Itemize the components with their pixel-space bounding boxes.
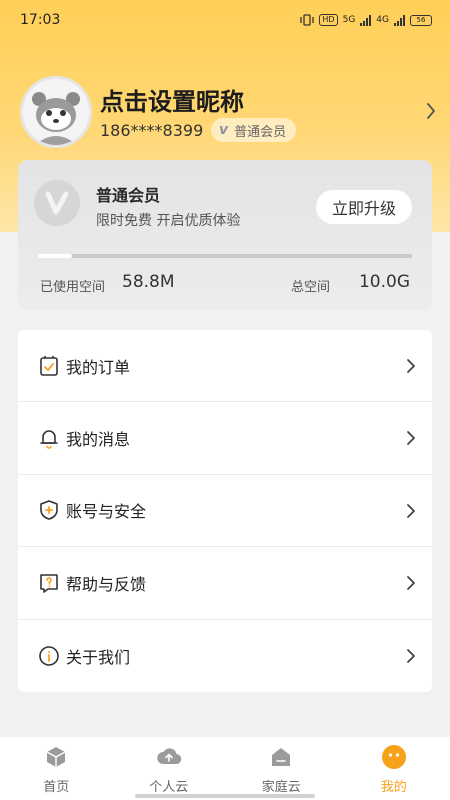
- upgrade-button[interactable]: 立即升级: [316, 190, 412, 224]
- home-indicator: [135, 794, 315, 798]
- info-icon: [38, 645, 60, 667]
- bell-icon: [38, 427, 60, 449]
- vip-title: 普通会员: [96, 186, 161, 205]
- vip-subtitle: 限时免费 开启优质体验: [96, 213, 241, 229]
- status-icons: HD 5G 4G 56: [300, 14, 432, 26]
- chevron-right-icon: [407, 576, 415, 591]
- chevron-right-icon: [407, 648, 415, 663]
- storage-progress-fill: [38, 254, 72, 258]
- bottom-tab-bar: 首页 个人云 家庭云 我的: [0, 737, 450, 800]
- cloud-upload-icon: [156, 744, 182, 770]
- signal-icon: [360, 14, 372, 26]
- member-badge-label: 普通会员: [234, 124, 287, 140]
- tab-label: 家庭云: [261, 780, 301, 795]
- signal-icon-2: [394, 14, 405, 26]
- help-icon: [38, 572, 60, 594]
- tab-label: 首页: [43, 780, 70, 795]
- chevron-right-icon: [407, 359, 415, 373]
- menu-item-label: 我的消息: [66, 430, 131, 450]
- menu-list: 我的订单 我的消息 账号与安全 帮助与反馈 关于我们: [18, 330, 432, 692]
- tab-home[interactable]: 首页: [11, 744, 101, 795]
- member-badge: v 普通会员: [211, 118, 297, 142]
- menu-item-account-security[interactable]: 账号与安全: [18, 475, 432, 548]
- vip-card: 普通会员 限时免费 开启优质体验 立即升级 已使用空间 58.8M 总空间 10…: [18, 160, 432, 310]
- status-time: 17:03: [20, 12, 61, 28]
- profile-header[interactable]: 点击设置昵称 186****8399 v 普通会员: [20, 76, 440, 156]
- network-5g: 5G: [342, 15, 356, 25]
- house-icon: [268, 744, 294, 770]
- menu-item-about[interactable]: 关于我们: [18, 620, 432, 692]
- tab-personal-cloud[interactable]: 个人云: [124, 744, 214, 795]
- home-cube-icon: [43, 744, 69, 770]
- tab-label: 个人云: [149, 780, 189, 795]
- menu-item-orders[interactable]: 我的订单: [18, 330, 432, 403]
- battery-icon: 56: [410, 14, 432, 26]
- network-4g: 4G: [376, 15, 389, 25]
- menu-item-label: 账号与安全: [66, 502, 147, 522]
- used-space-value: 58.8M: [122, 272, 175, 292]
- storage-info: 已使用空间 58.8M 总空间 10.0G: [40, 272, 410, 296]
- menu-item-label: 我的订单: [66, 357, 131, 377]
- vibrate-icon: [300, 14, 315, 26]
- tab-family-cloud[interactable]: 家庭云: [236, 744, 326, 795]
- panda-avatar-icon: [23, 79, 89, 145]
- chevron-right-icon[interactable]: [426, 102, 436, 120]
- menu-item-help-feedback[interactable]: 帮助与反馈: [18, 547, 432, 620]
- tab-label: 我的: [380, 780, 407, 795]
- menu-item-label: 关于我们: [66, 647, 131, 667]
- total-space-value: 10.0G: [358, 272, 410, 292]
- menu-item-label: 帮助与反馈: [66, 574, 147, 594]
- avatar[interactable]: [20, 76, 92, 148]
- chevron-right-icon: [407, 503, 415, 518]
- menu-item-messages[interactable]: 我的消息: [18, 402, 432, 475]
- order-icon: [38, 355, 60, 377]
- total-space-label: 总空间: [290, 280, 330, 295]
- hd-icon: HD: [319, 14, 338, 26]
- status-bar: 17:03 HD 5G 4G 56: [0, 0, 450, 40]
- storage-progress-bar: [38, 254, 412, 258]
- shield-icon: [38, 499, 60, 521]
- tab-mine[interactable]: 我的: [349, 744, 439, 795]
- used-space-label: 已使用空间: [40, 280, 106, 295]
- chevron-right-icon: [407, 431, 415, 446]
- vip-badge-icon: [34, 180, 80, 226]
- nickname[interactable]: 点击设置昵称: [100, 82, 244, 117]
- profile-face-icon: [381, 744, 407, 770]
- phone-number: 186****8399: [100, 121, 204, 140]
- member-v-icon: v: [219, 122, 229, 138]
